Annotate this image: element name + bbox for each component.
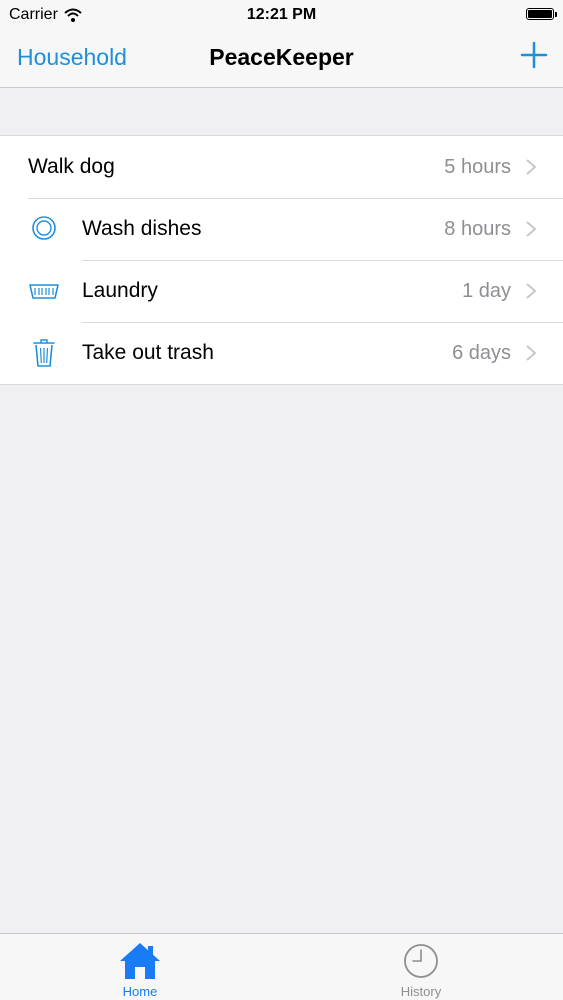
laundry-basket-icon — [29, 284, 59, 299]
home-icon — [120, 943, 160, 979]
app-screen: Carrier 12:21 PM Household PeaceKeeper W… — [0, 0, 563, 1000]
chore-title: Walk dog — [28, 155, 115, 178]
chore-title: Take out trash — [82, 341, 214, 364]
chore-title: Wash dishes — [82, 217, 202, 240]
chores-list: Walk dog 5 hours Wash dishes 8 hours Lau… — [0, 135, 563, 385]
battery-icon — [526, 8, 557, 20]
dish-icon — [32, 216, 56, 240]
chore-title: Laundry — [82, 279, 158, 302]
status-bar: Carrier 12:21 PM — [0, 0, 563, 30]
tab-label: Home — [122, 984, 158, 999]
status-right — [526, 8, 557, 20]
navigation-bar: Household PeaceKeeper — [0, 30, 563, 88]
chore-row-wash-dishes[interactable]: Wash dishes 8 hours — [0, 198, 563, 260]
chore-row-laundry[interactable]: Laundry 1 day — [0, 260, 563, 322]
trash-icon — [33, 339, 55, 367]
clock-icon — [404, 944, 438, 978]
chore-row-take-out-trash[interactable]: Take out trash 6 days — [0, 322, 563, 384]
chevron-right-icon — [526, 221, 537, 237]
plus-icon[interactable] — [519, 40, 549, 70]
status-time: 12:21 PM — [246, 6, 317, 23]
chore-detail: 5 hours — [444, 156, 511, 178]
tab-home[interactable]: Home — [70, 934, 210, 1000]
tab-bar: Home History — [0, 933, 563, 1000]
tab-history[interactable]: History — [351, 934, 491, 1000]
tab-label: History — [400, 984, 442, 999]
chore-row-walk-dog[interactable]: Walk dog 5 hours — [0, 136, 563, 198]
chore-detail: 8 hours — [444, 218, 511, 240]
household-button[interactable]: Household — [17, 44, 127, 71]
chevron-right-icon — [526, 345, 537, 361]
chevron-right-icon — [526, 159, 537, 175]
chore-detail: 1 day — [462, 280, 511, 302]
chore-detail: 6 days — [452, 342, 511, 364]
chevron-right-icon — [526, 283, 537, 299]
